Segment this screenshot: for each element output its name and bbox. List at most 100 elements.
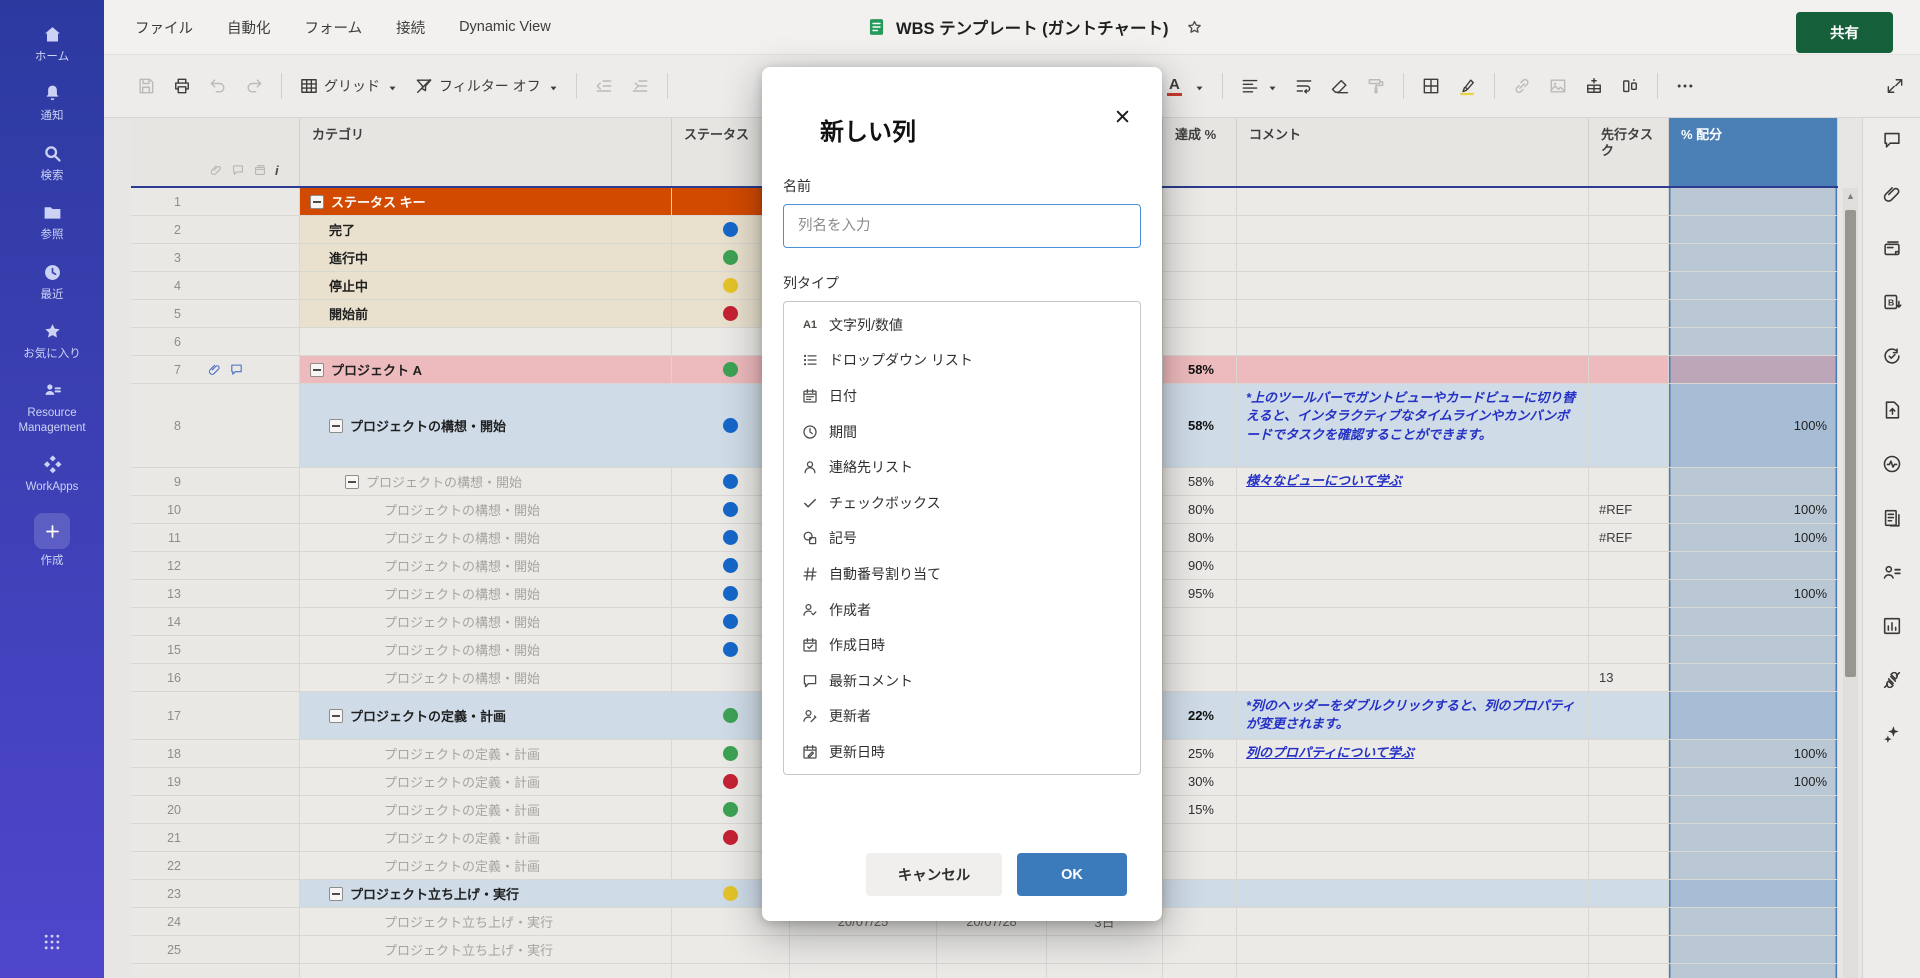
cell-achievement[interactable]: 95% xyxy=(1163,580,1237,608)
cell-category[interactable]: ステータス キー xyxy=(300,188,672,216)
cell-category[interactable]: プロジェクトの構想・開始 xyxy=(300,496,672,524)
cell-status[interactable] xyxy=(672,936,790,964)
cell-achievement[interactable]: 80% xyxy=(1163,496,1237,524)
collapse-toggle[interactable] xyxy=(310,363,324,377)
cell-empty[interactable] xyxy=(300,964,672,978)
cell-comment[interactable] xyxy=(1237,768,1589,796)
cell-allocation[interactable]: 100% xyxy=(1669,384,1838,468)
cancel-button[interactable]: キャンセル xyxy=(866,853,1002,896)
cell-achievement[interactable] xyxy=(1163,852,1237,880)
caret-down-icon[interactable] xyxy=(387,81,398,92)
row-gutter[interactable]: 8 xyxy=(131,384,300,468)
cell-allocation[interactable] xyxy=(1669,328,1838,356)
cell-category[interactable]: プロジェクトの構想・開始 xyxy=(300,524,672,552)
ai-assistant-icon[interactable] xyxy=(1881,723,1903,745)
cell-predecessor[interactable]: #REF xyxy=(1589,496,1669,524)
cell-predecessor[interactable] xyxy=(1589,356,1669,384)
cell-predecessor[interactable] xyxy=(1589,468,1669,496)
column-type-option-symbol[interactable]: 記号 xyxy=(784,521,1140,557)
cell-comment[interactable] xyxy=(1237,936,1589,964)
print-button[interactable] xyxy=(165,70,199,102)
cell-predecessor[interactable] xyxy=(1589,272,1669,300)
row-gutter[interactable]: 5 xyxy=(131,300,300,328)
vertical-scrollbar[interactable]: ▲ xyxy=(1843,188,1858,978)
cell-comment[interactable] xyxy=(1237,496,1589,524)
cell-allocation[interactable] xyxy=(1669,552,1838,580)
cell-category[interactable]: プロジェクトの構想・開始 xyxy=(300,636,672,664)
paperclip-icon[interactable] xyxy=(207,362,222,377)
cell-category[interactable]: 進行中 xyxy=(300,244,672,272)
row-gutter[interactable]: 3 xyxy=(131,244,300,272)
cell-empty[interactable] xyxy=(1163,964,1237,978)
cell-comment[interactable] xyxy=(1237,608,1589,636)
cell-comment[interactable] xyxy=(1237,824,1589,852)
column-type-option-checkbox[interactable]: チェックボックス xyxy=(784,485,1140,521)
row-gutter[interactable]: 23 xyxy=(131,880,300,908)
more-button[interactable] xyxy=(1668,70,1702,102)
collapse-toggle[interactable] xyxy=(329,419,343,433)
cell-achievement[interactable] xyxy=(1163,188,1237,216)
column-type-option-modified-by[interactable]: 更新者 xyxy=(784,699,1140,735)
cell-comment[interactable] xyxy=(1237,796,1589,824)
cell-empty[interactable] xyxy=(937,964,1047,978)
caret-down-icon[interactable] xyxy=(1194,81,1205,92)
row-gutter[interactable]: 14 xyxy=(131,608,300,636)
row-gutter[interactable]: 12 xyxy=(131,552,300,580)
cell-category[interactable]: 完了 xyxy=(300,216,672,244)
cell-achievement[interactable]: 58% xyxy=(1163,384,1237,468)
row-gutter[interactable]: 15 xyxy=(131,636,300,664)
cell-achievement[interactable]: 22% xyxy=(1163,692,1237,740)
sidebar-item-workapps[interactable]: WorkApps xyxy=(26,454,79,494)
proofs-icon[interactable] xyxy=(1881,237,1903,259)
cell-predecessor[interactable] xyxy=(1589,908,1669,936)
cell-achievement[interactable] xyxy=(1163,216,1237,244)
cell-empty[interactable] xyxy=(131,964,300,978)
cell-achievement[interactable] xyxy=(1163,880,1237,908)
cell-comment[interactable] xyxy=(1237,852,1589,880)
sidebar-item-folder[interactable]: 参照 xyxy=(41,202,64,242)
sidebar-item-clock[interactable]: 最近 xyxy=(41,262,64,302)
sidebar-item-star[interactable]: お気に入り xyxy=(23,321,81,361)
cell-empty[interactable] xyxy=(1237,964,1589,978)
favorite-star-icon[interactable] xyxy=(1185,18,1204,37)
cell-predecessor[interactable]: 13 xyxy=(1589,664,1669,692)
cell-allocation[interactable] xyxy=(1669,468,1838,496)
cell-allocation[interactable] xyxy=(1669,824,1838,852)
cell-achievement[interactable]: 58% xyxy=(1163,356,1237,384)
row-gutter[interactable]: 19 xyxy=(131,768,300,796)
cell-predecessor[interactable] xyxy=(1589,768,1669,796)
grid-view-button[interactable]: グリッド xyxy=(292,70,405,102)
column-name-input[interactable] xyxy=(796,217,1128,235)
cell-allocation[interactable]: 100% xyxy=(1669,524,1838,552)
cell-achievement[interactable] xyxy=(1163,300,1237,328)
row-gutter[interactable]: 17 xyxy=(131,692,300,740)
row-gutter[interactable]: 9 xyxy=(131,468,300,496)
column-header-allocation[interactable]: % 配分 xyxy=(1669,118,1838,186)
cell-allocation[interactable] xyxy=(1669,608,1838,636)
cell-predecessor[interactable] xyxy=(1589,328,1669,356)
row-gutter[interactable]: 25 xyxy=(131,936,300,964)
activity-log-icon[interactable] xyxy=(1881,453,1903,475)
cell-predecessor[interactable]: #REF xyxy=(1589,524,1669,552)
cell-comment[interactable] xyxy=(1237,908,1589,936)
cell-comment[interactable] xyxy=(1237,356,1589,384)
cell-allocation[interactable] xyxy=(1669,356,1838,384)
cell-category[interactable]: プロジェクトの構想・開始 xyxy=(300,552,672,580)
collapse-toggle[interactable] xyxy=(310,195,324,209)
cell-achievement[interactable] xyxy=(1163,328,1237,356)
cell-achievement[interactable] xyxy=(1163,272,1237,300)
expand-icon[interactable] xyxy=(1885,76,1905,96)
cell-category[interactable]: プロジェクト A xyxy=(300,356,672,384)
sidebar-item-home[interactable]: ホーム xyxy=(35,24,69,64)
row-gutter[interactable]: 24 xyxy=(131,908,300,936)
row-gutter[interactable]: 22 xyxy=(131,852,300,880)
cell-allocation[interactable] xyxy=(1669,300,1838,328)
row-gutter[interactable]: 10 xyxy=(131,496,300,524)
cell-category[interactable]: プロジェクトの定義・計画 xyxy=(300,768,672,796)
cell-category[interactable]: 開始前 xyxy=(300,300,672,328)
cell-allocation[interactable] xyxy=(1669,188,1838,216)
row-gutter[interactable]: 6 xyxy=(131,328,300,356)
column-type-option-text-number[interactable]: A1文字列/数値 xyxy=(784,307,1140,343)
row-gutter[interactable]: 1 xyxy=(131,188,300,216)
comment-icon[interactable] xyxy=(229,362,244,377)
